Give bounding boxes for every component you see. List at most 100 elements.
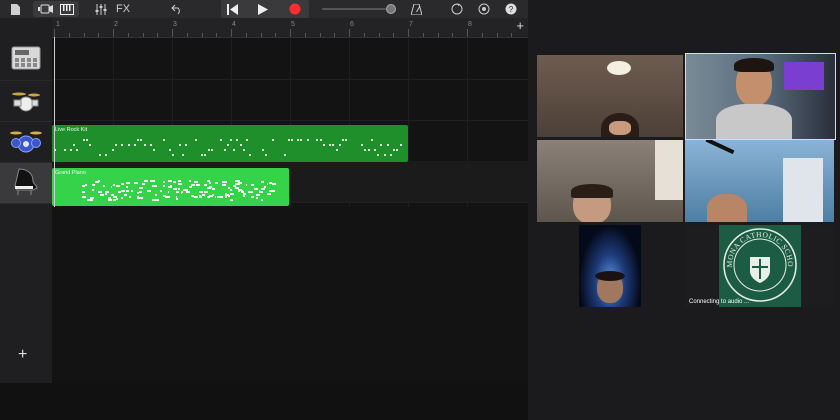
region-live-rock-kit[interactable]: Live Rock Kit xyxy=(52,125,408,162)
piano-note xyxy=(167,191,170,193)
toolbar: FX ? xyxy=(0,0,528,18)
piano-note xyxy=(212,188,215,190)
drum-note xyxy=(172,154,175,156)
rewind-icon[interactable] xyxy=(225,2,239,16)
piano-note xyxy=(188,186,193,188)
add-track-button[interactable]: + xyxy=(18,346,27,364)
playhead[interactable] xyxy=(54,37,55,207)
drum-kit-icon xyxy=(10,127,42,158)
play-icon[interactable] xyxy=(256,2,270,16)
piano-note xyxy=(152,180,155,182)
keyboard-icon[interactable] xyxy=(58,2,76,16)
piano-note xyxy=(108,199,112,201)
ruler-bar-label: 3 xyxy=(173,21,177,28)
piano-note xyxy=(261,181,265,183)
volume-slider[interactable] xyxy=(322,2,398,16)
ruler-bar-label: 1 xyxy=(56,21,60,28)
drum-note xyxy=(284,154,287,156)
piano-note xyxy=(157,199,160,201)
tile-caption: Connecting to audio ... xyxy=(689,299,750,305)
record-icon[interactable] xyxy=(288,2,302,16)
ruler[interactable]: 1 2 3 4 5 6 7 8 + xyxy=(52,18,528,38)
browser-icon[interactable] xyxy=(37,2,55,16)
add-section-button[interactable]: + xyxy=(516,18,524,33)
piano-note xyxy=(113,184,116,186)
ruler-bar-label: 8 xyxy=(468,21,472,28)
drum-note xyxy=(338,144,341,146)
drum-note xyxy=(86,139,88,141)
fx-button[interactable]: FX xyxy=(114,2,132,16)
drum-note xyxy=(271,139,274,141)
track-header-drum-machine[interactable] xyxy=(0,40,52,81)
ruler-tick xyxy=(245,33,247,37)
settings-icon[interactable] xyxy=(477,2,490,16)
tracks-area[interactable]: 1 2 3 4 5 6 7 8 + Live Rock Kit Grand Pi… xyxy=(52,18,528,383)
piano-note xyxy=(126,190,130,192)
drum-note xyxy=(137,139,140,141)
window-blinds xyxy=(655,140,683,200)
drum-note xyxy=(322,144,325,146)
video-tile-participant-2-speaking[interactable] xyxy=(685,53,836,140)
piano-note xyxy=(251,184,255,186)
piano-note xyxy=(152,185,157,187)
drum-note xyxy=(98,154,101,156)
help-icon[interactable]: ? xyxy=(504,2,517,16)
piano-note xyxy=(256,197,258,199)
drum-note xyxy=(127,144,130,146)
metronome-icon[interactable] xyxy=(410,2,422,16)
undo-icon[interactable] xyxy=(170,2,184,16)
piano-note xyxy=(178,180,181,182)
piano-note xyxy=(199,191,204,193)
participant-hair xyxy=(595,271,625,281)
piano-note xyxy=(191,184,196,186)
lane-drum-machine[interactable] xyxy=(52,38,528,80)
mixer-icon[interactable] xyxy=(94,2,108,16)
piano-note xyxy=(134,182,139,184)
video-tile-participant-3[interactable] xyxy=(537,140,683,222)
piano-note xyxy=(271,183,277,185)
participant-hair xyxy=(571,184,613,198)
video-tile-participant-5[interactable] xyxy=(579,225,641,307)
video-tile-participant-6-logo[interactable]: POMONA CATHOLIC SCHOOL Connecting to aud… xyxy=(685,225,834,307)
video-tile-participant-4[interactable] xyxy=(685,140,834,222)
region-label: Grand Piano xyxy=(55,170,86,176)
track-header-drum-kit[interactable] xyxy=(0,122,52,163)
ruler-tick xyxy=(481,33,483,37)
drum-note xyxy=(105,154,108,156)
piano-note xyxy=(178,183,182,185)
video-tile-participant-1[interactable] xyxy=(537,55,683,137)
drum-note xyxy=(319,139,322,141)
piano-note xyxy=(222,184,227,186)
piano-note xyxy=(160,190,163,192)
ruler-tick xyxy=(452,33,454,37)
drum-note xyxy=(370,139,373,141)
piano-note xyxy=(251,196,254,198)
drum-note xyxy=(73,144,76,146)
my-songs-icon[interactable] xyxy=(9,2,21,16)
piano-note xyxy=(162,185,165,187)
piano-note xyxy=(243,195,245,197)
track-header-grand-piano[interactable] xyxy=(0,163,52,204)
piano-note xyxy=(225,196,227,198)
drum-note xyxy=(300,139,303,141)
ruler-tick xyxy=(467,29,468,37)
piano-note xyxy=(193,196,198,198)
lane-drummer[interactable] xyxy=(52,79,528,121)
ruler-tick xyxy=(216,33,218,37)
loop-icon[interactable] xyxy=(450,2,463,16)
drum-note xyxy=(82,139,85,141)
region-grand-piano[interactable]: Grand Piano xyxy=(52,168,289,206)
piano-note xyxy=(144,180,149,182)
piano-note xyxy=(121,190,126,192)
piano-note xyxy=(175,198,178,200)
piano-note xyxy=(230,189,233,191)
drum-note xyxy=(335,149,338,151)
drum-note xyxy=(393,149,396,151)
track-header-drummer[interactable] xyxy=(0,81,52,122)
piano-note xyxy=(121,183,125,185)
drum-note xyxy=(332,144,335,146)
drum-note xyxy=(121,144,124,146)
bottom-bar xyxy=(0,383,528,420)
drum-note xyxy=(380,144,383,146)
ruler-tick xyxy=(349,29,350,37)
